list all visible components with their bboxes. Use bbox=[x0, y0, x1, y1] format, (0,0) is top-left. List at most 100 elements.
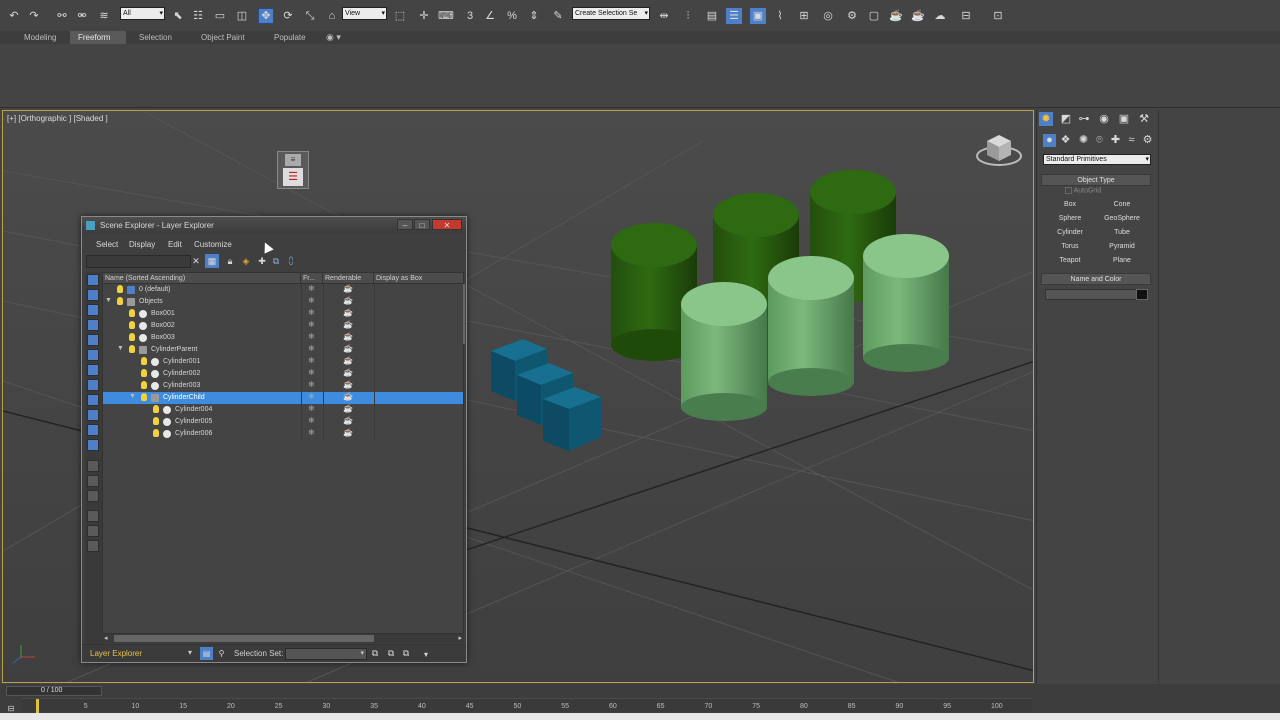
cylinder-004[interactable] bbox=[681, 282, 767, 421]
display-hidden-icon[interactable] bbox=[87, 439, 99, 451]
visibility-bulb-icon[interactable] bbox=[141, 393, 147, 401]
percent-snap-icon[interactable]: % bbox=[504, 8, 520, 24]
visibility-bulb-icon[interactable] bbox=[153, 417, 159, 425]
renderable-toggle-icon[interactable]: ☕ bbox=[343, 284, 353, 293]
scene-explorer-window[interactable]: Scene Explorer - Layer Explorer – □ ✕ Se… bbox=[81, 216, 467, 663]
layer-toolbar-grip-icon[interactable]: ≡ bbox=[285, 154, 301, 166]
minimize-button[interactable]: – bbox=[397, 219, 413, 230]
visibility-bulb-icon[interactable] bbox=[153, 405, 159, 413]
renderable-toggle-icon[interactable]: ☕ bbox=[343, 392, 353, 401]
tab-freeform[interactable]: Freeform bbox=[70, 31, 126, 44]
tree-vscroll[interactable] bbox=[463, 284, 465, 344]
visibility-bulb-icon[interactable] bbox=[141, 369, 147, 377]
hscroll-thumb[interactable] bbox=[114, 635, 374, 642]
hierarchy-mode-icon[interactable]: ⚲ bbox=[215, 647, 228, 660]
renderable-toggle-icon[interactable]: ☕ bbox=[343, 380, 353, 389]
name-and-color-rollout[interactable]: Name and Color bbox=[1041, 273, 1151, 285]
keyboard-shortcut-override-icon[interactable]: ⌨ bbox=[438, 8, 454, 24]
select-and-manipulate-icon[interactable]: ✛ bbox=[416, 8, 432, 24]
ribbon-options-icon[interactable]: ◉ ▾ bbox=[318, 31, 349, 44]
expand-toggle-icon[interactable]: ▼ bbox=[105, 297, 112, 304]
freeze-toggle-icon[interactable]: ❄ bbox=[308, 404, 315, 413]
torus-button[interactable]: Torus bbox=[1047, 240, 1093, 253]
modify-tab-icon[interactable]: ◩ bbox=[1059, 112, 1073, 126]
systems-icon[interactable]: ⚙ bbox=[1141, 134, 1154, 147]
material-editor-icon[interactable]: ◎ bbox=[820, 8, 836, 24]
pivot-center-icon[interactable]: ⬚ bbox=[392, 8, 408, 24]
tree-row[interactable]: Cylinder002 ❄ ☕ bbox=[103, 368, 463, 380]
box-button[interactable]: Box bbox=[1047, 198, 1093, 211]
curve-editor-icon[interactable]: ⌇ bbox=[772, 8, 788, 24]
toolbar-extra-icon[interactable]: ⊡ bbox=[990, 8, 1006, 24]
select-children-icon[interactable]: ⧉ bbox=[270, 254, 282, 268]
display-all-icon[interactable] bbox=[87, 460, 99, 472]
rectangular-selection-icon[interactable]: ▭ bbox=[212, 8, 228, 24]
freeze-toggle-icon[interactable]: ❄ bbox=[308, 344, 315, 353]
display-cameras-icon[interactable] bbox=[87, 319, 99, 331]
object-name-field[interactable] bbox=[1045, 289, 1137, 300]
renderable-toggle-icon[interactable]: ☕ bbox=[343, 332, 353, 341]
display-groups-icon[interactable] bbox=[87, 364, 99, 376]
explorer-options-chevron-icon[interactable]: ▾ bbox=[420, 648, 432, 661]
renderable-toggle-icon[interactable]: ☕ bbox=[343, 404, 353, 413]
visibility-bulb-icon[interactable] bbox=[117, 297, 123, 305]
render-iterative-icon[interactable]: ☕ bbox=[910, 8, 926, 24]
scroll-left-icon[interactable]: ◂ bbox=[104, 634, 108, 642]
schematic-view-icon[interactable]: ⊞ bbox=[796, 8, 812, 24]
toggle-ribbon-icon[interactable]: ▣ bbox=[750, 8, 766, 24]
renderable-toggle-icon[interactable]: ☕ bbox=[343, 428, 353, 437]
helpers-icon[interactable]: ✚ bbox=[1109, 134, 1122, 147]
align-icon[interactable]: ⫶ bbox=[680, 8, 696, 24]
tree-row[interactable]: Box001 ❄ ☕ bbox=[103, 308, 463, 320]
freeze-toggle-icon[interactable]: ❄ bbox=[308, 428, 315, 437]
display-containers-icon[interactable] bbox=[87, 409, 99, 421]
menu-customize[interactable]: Customize bbox=[194, 240, 232, 249]
tree-row[interactable]: Cylinder006 ❄ ☕ bbox=[103, 428, 463, 440]
close-button[interactable]: ✕ bbox=[432, 219, 462, 230]
explorer-mode-chevron-icon[interactable]: ▾ bbox=[188, 648, 192, 657]
display-shapes-icon[interactable] bbox=[87, 289, 99, 301]
edit-selection-set-icon[interactable]: ⧉ bbox=[400, 647, 412, 660]
select-and-scale-icon[interactable]: ⤡ bbox=[302, 8, 318, 24]
filter-toggle-icon[interactable]: ▦ bbox=[205, 254, 219, 268]
lights-icon[interactable]: ✺ bbox=[1077, 134, 1090, 147]
cameras-icon[interactable]: ⌾ bbox=[1093, 134, 1106, 147]
visibility-bulb-icon[interactable] bbox=[141, 381, 147, 389]
tree-row[interactable]: 0 (default) ❄ ☕ bbox=[103, 284, 463, 296]
tab-populate[interactable]: Populate bbox=[266, 31, 314, 44]
cylinder-006[interactable] bbox=[863, 234, 949, 372]
named-selection-dropdown[interactable]: Create Selection Se ▾ bbox=[572, 7, 650, 20]
renderable-toggle-icon[interactable]: ☕ bbox=[343, 320, 353, 329]
tree-row[interactable]: Box003 ❄ ☕ bbox=[103, 332, 463, 344]
scroll-right-icon[interactable]: ▸ bbox=[458, 634, 462, 642]
mirror-icon[interactable]: ⇹ bbox=[656, 8, 672, 24]
display-invert-icon[interactable] bbox=[87, 490, 99, 502]
create-layer-icon[interactable]: ◈ bbox=[240, 254, 252, 268]
column-name[interactable]: Name (Sorted Ascending) bbox=[103, 273, 301, 284]
autogrid-checkbox[interactable]: AutoGrid bbox=[1065, 187, 1101, 194]
angle-snap-icon[interactable]: ∠ bbox=[482, 8, 498, 24]
primitive-category-dropdown[interactable]: Standard Primitives ▾ bbox=[1043, 154, 1151, 165]
select-and-place-icon[interactable]: ⌂ bbox=[324, 8, 340, 24]
tree-row[interactable]: ▼ Objects ❄ ☕ bbox=[103, 296, 463, 308]
tab-selection[interactable]: Selection bbox=[131, 31, 180, 44]
space-warps-icon[interactable]: ≈ bbox=[1125, 134, 1138, 147]
freeze-toggle-icon[interactable]: ❄ bbox=[308, 332, 315, 341]
layer-toolbar-layers-icon[interactable]: ☰ bbox=[283, 168, 303, 186]
track-bar[interactable]: 5 10 15 20 25 30 35 40 45 50 55 60 65 70 75 80 85 90 95 100 bbox=[22, 698, 1032, 713]
freeze-toggle-icon[interactable]: ❄ bbox=[308, 308, 315, 317]
freeze-toggle-icon[interactable]: ❄ bbox=[308, 380, 315, 389]
display-xrefs-icon[interactable] bbox=[87, 379, 99, 391]
add-selection-set-icon[interactable]: ⧉ bbox=[369, 647, 381, 660]
undo-icon[interactable]: ↶ bbox=[6, 8, 22, 24]
display-helpers-icon[interactable] bbox=[87, 334, 99, 346]
freeze-toggle-icon[interactable]: ❄ bbox=[308, 284, 315, 293]
selection-filter-dropdown[interactable]: All ▾ bbox=[120, 7, 165, 20]
select-and-link-icon[interactable]: ⚯ bbox=[54, 8, 70, 24]
cone-button[interactable]: Cone bbox=[1099, 198, 1145, 211]
expand-toggle-icon[interactable]: ▼ bbox=[129, 393, 136, 400]
visibility-bulb-icon[interactable] bbox=[129, 309, 135, 317]
reference-coordinate-dropdown[interactable]: View ▾ bbox=[342, 7, 387, 20]
renderable-toggle-icon[interactable]: ☕ bbox=[343, 308, 353, 317]
visibility-bulb-icon[interactable] bbox=[129, 321, 135, 329]
